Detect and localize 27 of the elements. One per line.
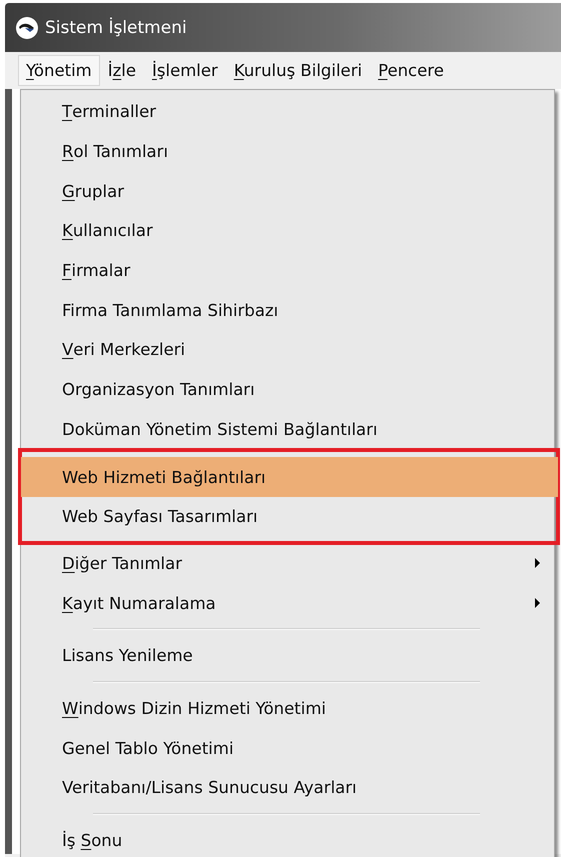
menu-item[interactable]: Firmalar [21, 250, 554, 290]
menu-bar-item[interactable]: Pencere [370, 55, 452, 86]
menu-item[interactable]: Firma Tanımlama Sihirbazı [21, 290, 554, 330]
menu-item[interactable]: Veri Merkezleri [21, 330, 554, 370]
menu-bar-item[interactable]: İzle [100, 55, 144, 86]
menu-item[interactable]: Diğer Tanımlar [21, 544, 554, 584]
menu-item[interactable]: Genel Tablo Yönetimi [21, 728, 554, 768]
menu-item[interactable]: Rol Tanımları [21, 132, 554, 172]
menu-item[interactable]: Kayıt Numaralama [21, 583, 554, 623]
window-title: Sistem İşletmeni [45, 18, 187, 38]
menu-bar-item[interactable]: Yönetim [18, 55, 100, 86]
menu-item[interactable]: Web Sayfası Tasarımları [21, 496, 558, 537]
menu-bar-item[interactable]: Kuruluş Bilgileri [226, 55, 370, 86]
menu-bar-item[interactable]: İşlemler [144, 55, 226, 86]
menu-item[interactable]: Kullanıcılar [21, 211, 554, 251]
submenu-arrow-icon [535, 558, 540, 568]
app-logo-icon [15, 16, 39, 40]
menu-item[interactable]: Veritabanı/Lisans Sunucusu Ayarları [21, 768, 554, 808]
menu-item[interactable]: İş Sonu [21, 820, 554, 857]
menu-item[interactable]: Organizasyon Tanımları [21, 370, 554, 410]
menu-item[interactable]: Windows Dizin Hizmeti Yönetimi [21, 688, 554, 728]
menu-item[interactable]: Terminaller [21, 92, 554, 132]
menu-item[interactable]: Gruplar [21, 171, 554, 212]
menu-item[interactable]: Doküman Yönetim Sistemi Bağlantıları [21, 410, 554, 450]
menu-item[interactable]: Lisans Yenileme [21, 636, 554, 676]
submenu-arrow-icon [535, 598, 540, 608]
menu-item[interactable]: Web Hizmeti Bağlantıları [21, 457, 558, 497]
